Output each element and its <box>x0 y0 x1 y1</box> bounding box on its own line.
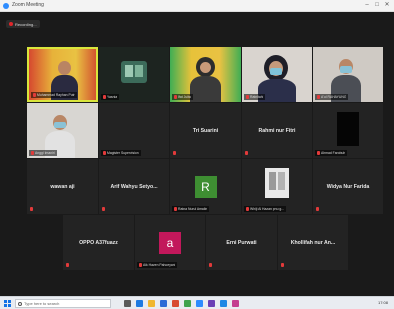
maximize-icon[interactable]: □ <box>372 1 382 10</box>
taskbar: Type here to search 17:08 <box>0 296 394 309</box>
store-icon[interactable] <box>160 300 167 307</box>
mic-off-icon <box>246 207 249 211</box>
participant-name: Ifat Juita <box>178 95 191 99</box>
mic-off-icon <box>317 95 320 99</box>
participant-name: Tri Suarini <box>192 127 219 134</box>
mic-off-icon <box>30 207 33 211</box>
participant-tile-17[interactable]: a Aik Hazen Pahoeyani <box>135 215 205 270</box>
windows-start-icon[interactable] <box>4 300 11 307</box>
mic-off-icon <box>33 93 36 97</box>
participant-name: Anggi Imaniri <box>35 151 55 155</box>
participant-name-tag: Magister Supervision <box>101 150 141 156</box>
mic-off-icon <box>174 207 177 211</box>
participant-tile-18[interactable]: Erni Purwati <box>206 215 277 270</box>
participant-name: wawan aji <box>50 183 75 190</box>
participant-name-tag: Ratnitahi <box>244 94 266 100</box>
participant-name: Khollifah nur An... <box>290 239 336 246</box>
participant-tile-6[interactable]: Anggi Imaniri <box>27 103 98 158</box>
participant-tile-4[interactable]: Ratnitahi <box>242 47 312 102</box>
search-icon <box>18 301 22 306</box>
participant-name-tag: Anggi Imaniri <box>29 150 57 156</box>
participant-name: Aik Hazen Pahoeyani <box>143 263 176 267</box>
participant-name-tag: Ahmad Farobuh <box>315 150 348 156</box>
task-view-icon[interactable] <box>124 300 131 307</box>
edge-icon[interactable] <box>136 300 143 307</box>
participant-tile-15[interactable]: Widya Nur Farida <box>313 159 383 214</box>
participant-name-tag: Whiji Al Hazan pnu g... <box>244 206 287 212</box>
participant-name-tag: Aik Hazen Pahoeyani <box>137 262 178 268</box>
participant-tile-12[interactable]: Arif Wahyu Setyo... <box>99 159 169 214</box>
mic-off-icon <box>246 95 249 99</box>
participant-tile-3[interactable]: Ifat Juita <box>170 47 241 102</box>
participant-name: Rahmi nur Fitri <box>258 127 296 134</box>
recording-indicator[interactable]: Recording... <box>6 20 40 28</box>
zoom-taskbar-icon[interactable] <box>196 300 203 307</box>
participant-name: Magister Supervision <box>107 151 139 155</box>
mic-off-icon <box>173 151 176 155</box>
mic-off-icon <box>139 263 142 267</box>
participant-tile-16[interactable]: OPPO A37fuazz <box>63 215 134 270</box>
mic-off-icon <box>66 263 69 267</box>
participant-tile-7[interactable]: Magister Supervision <box>99 103 169 158</box>
taskbar-search-input[interactable]: Type here to search <box>15 299 111 308</box>
participant-name-tag: Muhammad Rayhan Putr <box>31 92 77 98</box>
app-icon[interactable] <box>232 300 239 307</box>
mic-off-icon <box>174 95 177 99</box>
participant-tile-13[interactable]: R Ratna Nurul Amalin <box>170 159 241 214</box>
mic-off-icon <box>245 151 248 155</box>
participant-tile-19[interactable]: Khollifah nur An... <box>278 215 348 270</box>
participant-tile-5[interactable]: A'ul RAHAYUNG <box>313 47 383 102</box>
participant-name: Arif Wahyu Setyo... <box>110 183 158 190</box>
window-title: Zoom Meeting <box>12 2 44 8</box>
window-title-bar: Zoom Meeting – □ ✕ <box>0 0 394 12</box>
file-explorer-icon[interactable] <box>148 300 155 307</box>
participant-name-tag: Yasnia <box>101 94 120 100</box>
recording-label: Recording... <box>15 21 37 27</box>
participant-name: A'ul RAHAYUNG <box>321 95 347 99</box>
mic-off-icon <box>102 207 105 211</box>
mic-off-icon <box>103 95 106 99</box>
mic-off-icon <box>316 207 319 211</box>
mic-off-icon <box>317 151 320 155</box>
mic-off-icon <box>31 151 34 155</box>
participant-name: Ratna Nurul Amalin <box>178 207 208 211</box>
zoom-app-icon <box>3 3 9 9</box>
participant-name: Yasnia <box>107 95 118 99</box>
avatar: R <box>194 175 217 198</box>
mic-off-icon <box>209 263 212 267</box>
mic-off-icon <box>281 263 284 267</box>
avatar: a <box>159 231 181 254</box>
participant-tile-9[interactable]: Rahmi nur Fitri <box>242 103 312 158</box>
participant-tile-2[interactable]: Yasnia <box>99 47 169 102</box>
word-icon[interactable] <box>220 300 227 307</box>
participant-name: Ahmad Farobuh <box>321 151 346 155</box>
office-icon[interactable] <box>172 300 179 307</box>
participant-name-tag: Ifat Juita <box>172 94 193 100</box>
participant-tile-11[interactable]: wawan aji <box>27 159 98 214</box>
close-icon[interactable]: ✕ <box>382 1 392 10</box>
search-placeholder: Type here to search <box>24 301 60 306</box>
participant-name-tag: A'ul RAHAYUNG <box>315 94 349 100</box>
app-icon[interactable] <box>208 300 215 307</box>
participant-name: OPPO A37fuazz <box>79 239 118 246</box>
participant-tile-14[interactable]: Whiji Al Hazan pnu g... <box>242 159 312 214</box>
participant-name: Widya Nur Farida <box>326 183 370 190</box>
participant-name: Ratnitahi <box>250 95 264 99</box>
participant-tile-10[interactable]: Ahmad Farobuh <box>313 103 383 158</box>
record-dot-icon <box>9 22 13 26</box>
participant-tile-1[interactable]: Muhammad Rayhan Putr <box>27 47 98 102</box>
participant-name: Muhammad Rayhan Putr <box>37 93 75 97</box>
meeting-gallery-view: Recording... Muhammad Rayhan Putr Yasnia <box>0 12 394 296</box>
participant-name: Erni Purwati <box>226 239 257 246</box>
participant-tile-8[interactable]: Tri Suarini <box>170 103 241 158</box>
mic-off-icon <box>103 151 106 155</box>
participant-name-tag: Ratna Nurul Amalin <box>172 206 210 212</box>
minimize-icon[interactable]: – <box>362 1 372 10</box>
participant-name: Whiji Al Hazan pnu g... <box>250 207 285 211</box>
chrome-icon[interactable] <box>184 300 191 307</box>
system-clock[interactable]: 17:08 <box>378 300 388 305</box>
